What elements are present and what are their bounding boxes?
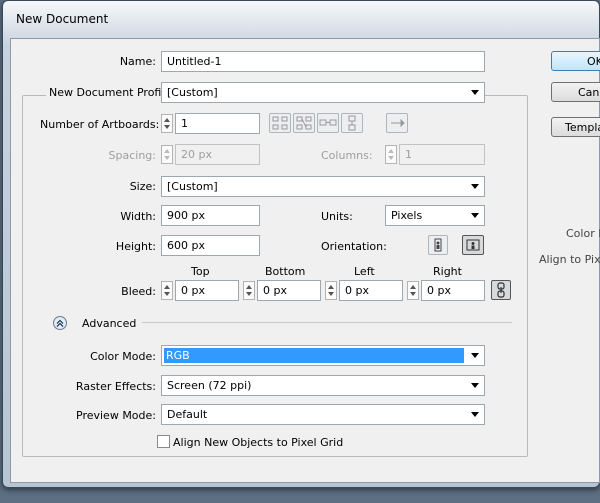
color-mode-select-value: RGB — [164, 348, 464, 363]
spinner-up-icon — [164, 118, 170, 122]
chevron-down-icon — [471, 412, 479, 417]
raster-effects-select-value: Screen (72 ppi) — [167, 379, 252, 392]
bleed-left-spinner[interactable] — [325, 281, 337, 300]
spacing-label: Spacing: — [108, 149, 156, 162]
columns-spinner[interactable] — [385, 145, 397, 164]
bleed-left-input[interactable]: 0 px — [339, 280, 403, 301]
spinner-down-icon — [328, 292, 334, 296]
templates-button[interactable]: Templates... — [551, 117, 600, 137]
spinner-down-icon — [164, 156, 170, 160]
templates-button-label: Templates... — [565, 121, 600, 134]
spinner-up-icon — [164, 285, 170, 289]
arrange-by-column-icon[interactable] — [341, 113, 363, 133]
spinner-down-icon — [246, 292, 252, 296]
chevron-up-icon — [56, 319, 64, 327]
spacing-input[interactable]: 20 px — [175, 144, 260, 165]
spacing-spinner[interactable] — [161, 145, 173, 164]
raster-effects-select[interactable]: Screen (72 ppi) — [161, 375, 485, 396]
portrait-orientation-button[interactable] — [428, 235, 448, 255]
size-select-value: [Custom] — [167, 180, 218, 193]
orientation-label: Orientation: — [321, 240, 387, 253]
spinner-up-icon — [388, 149, 394, 153]
window-title: New Document — [16, 12, 109, 26]
collapse-advanced-button[interactable] — [53, 316, 67, 330]
grid-by-column-icon[interactable] — [293, 113, 315, 133]
bleed-right-label: Right — [433, 265, 462, 278]
ok-button[interactable]: OK — [551, 51, 600, 71]
units-select[interactable]: Pixels — [385, 205, 485, 226]
spinner-down-icon — [388, 156, 394, 160]
preview-mode-label: Preview Mode: — [76, 409, 156, 422]
bleed-bottom-spinner[interactable] — [243, 281, 255, 300]
bleed-label: Bleed: — [121, 285, 156, 298]
chevron-down-icon — [471, 184, 479, 189]
spinner-down-icon — [164, 292, 170, 296]
color-mode-label: Color Mode: — [90, 350, 156, 363]
width-input[interactable]: 900 px — [161, 205, 260, 226]
preview-mode-select[interactable]: Default — [161, 404, 485, 425]
chevron-down-icon — [471, 383, 479, 388]
color-mode-select[interactable]: RGB — [161, 345, 485, 366]
right-to-left-layout-icon[interactable] — [386, 113, 408, 133]
artboards-spinner[interactable] — [161, 114, 173, 133]
bleed-top-input[interactable]: 0 px — [175, 280, 239, 301]
profile-select[interactable]: [Custom] — [161, 82, 485, 103]
chevron-down-icon — [471, 213, 479, 218]
units-label: Units: — [321, 210, 353, 223]
width-label: Width: — [120, 210, 156, 223]
height-label: Height: — [115, 240, 156, 253]
cancel-button-label: Cancel — [578, 86, 600, 99]
bleed-top-spinner[interactable] — [161, 281, 173, 300]
columns-label: Columns: — [321, 149, 373, 162]
name-label: Name: — [119, 55, 156, 68]
chevron-down-icon — [471, 90, 479, 95]
ok-button-label: OK — [587, 55, 600, 68]
spinner-down-icon — [410, 292, 416, 296]
cancel-button[interactable]: Cancel — [551, 82, 600, 102]
spinner-up-icon — [410, 285, 416, 289]
spinner-up-icon — [328, 285, 334, 289]
bleed-top-label: Top — [191, 265, 210, 278]
side-align-text: Align to Pixel — [539, 253, 600, 266]
bleed-bottom-input[interactable]: 0 px — [257, 280, 321, 301]
artboards-input[interactable]: 1 — [175, 113, 260, 134]
align-pixel-grid-label: Align New Objects to Pixel Grid — [173, 436, 344, 449]
bleed-right-spinner[interactable] — [407, 281, 419, 300]
bleed-right-input[interactable]: 0 px — [421, 280, 485, 301]
artboards-label: Number of Artboards: — [40, 118, 160, 131]
align-pixel-grid-checkbox[interactable] — [157, 435, 170, 448]
landscape-orientation-button[interactable] — [462, 235, 484, 255]
link-chain-icon[interactable] — [491, 280, 511, 300]
bleed-left-label: Left — [354, 265, 375, 278]
units-select-value: Pixels — [391, 209, 423, 222]
height-input[interactable]: 600 px — [161, 235, 260, 256]
grid-by-row-icon[interactable] — [269, 113, 291, 133]
spinner-up-icon — [164, 149, 170, 153]
spinner-down-icon — [164, 125, 170, 129]
arrange-by-row-icon[interactable] — [317, 113, 339, 133]
spinner-up-icon — [246, 285, 252, 289]
advanced-divider — [142, 322, 512, 323]
side-color-mode-text: Color M — [566, 227, 600, 240]
size-label: Size: — [129, 180, 156, 193]
columns-input[interactable]: 1 — [399, 144, 485, 165]
size-select[interactable]: [Custom] — [161, 176, 485, 197]
raster-effects-label: Raster Effects: — [75, 380, 156, 393]
bleed-bottom-label: Bottom — [265, 265, 306, 278]
profile-select-value: [Custom] — [167, 86, 218, 99]
advanced-label: Advanced — [82, 317, 137, 330]
chevron-down-icon — [471, 353, 479, 358]
profile-label: New Document Profile: — [46, 86, 178, 99]
name-input[interactable]: Untitled-1 — [161, 51, 485, 72]
preview-mode-select-value: Default — [167, 408, 208, 421]
